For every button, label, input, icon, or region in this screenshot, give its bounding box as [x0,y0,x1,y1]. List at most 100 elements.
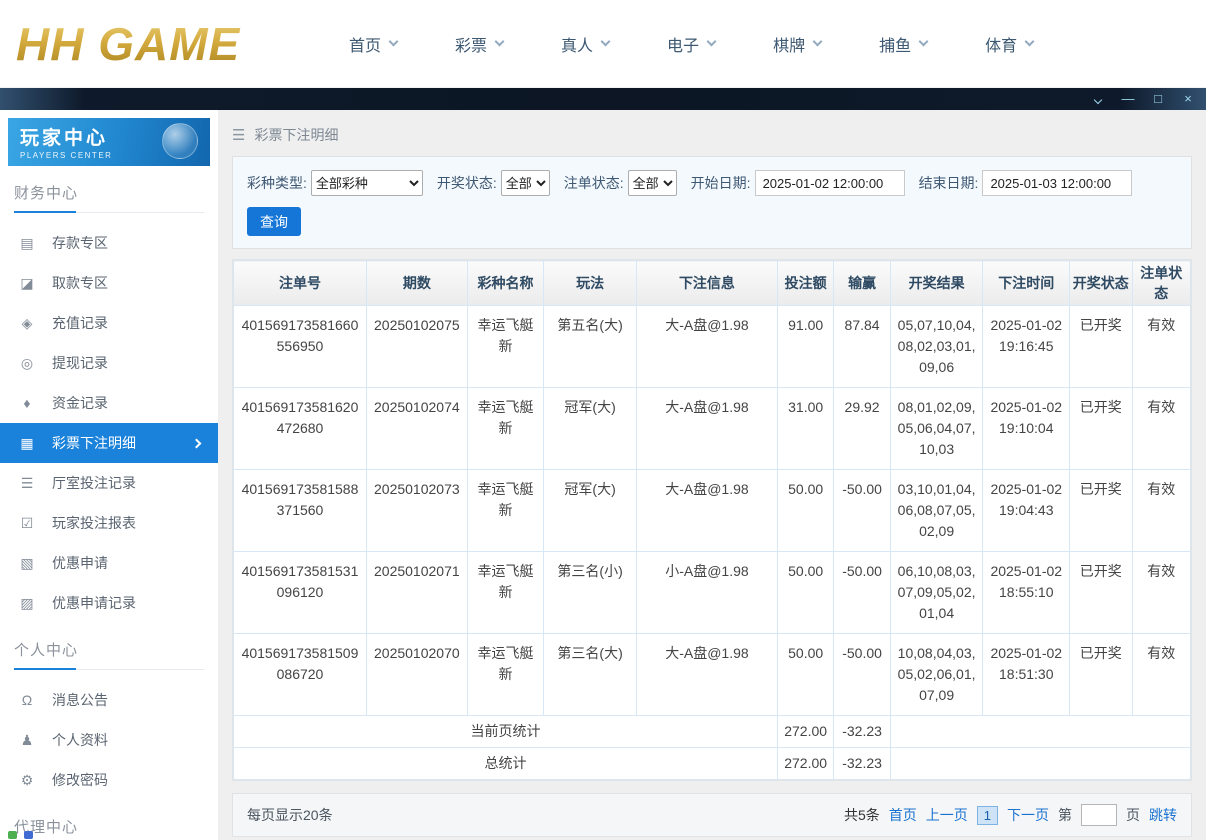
table-cell: 大-A盘@1.98 [635,305,778,388]
sidebar-item-label: 彩票下注明细 [52,435,136,451]
nav-item-7[interactable]: 体育 [985,32,1035,56]
table-cell: 31.00 [776,387,835,470]
player-bet-report-icon: ☑ [20,514,34,531]
jump-label-suffix: 页 [1126,807,1140,823]
sidebar-item-promo-apply-record[interactable]: ▨ 优惠申请记录 [0,583,218,623]
sidebar: 玩家中心 PLAYERS CENTER 财务中心 ▤ 存款专区 ◪ 取款专区 ◈ 充值记录 ◎… [0,110,218,840]
nav-item-5[interactable]: 棋牌 [773,32,823,56]
sidebar-header: 玩家中心 PLAYERS CENTER [8,118,210,166]
chevron-down-icon [812,36,823,47]
deposit-icon: ▤ [20,234,34,251]
table-cell: -50.00 [833,469,891,552]
prev-page-link[interactable]: 上一页 [926,805,968,825]
column-header: 彩种名称 [466,260,545,306]
summary-winloss-total: -32.23 [833,747,891,780]
table-cell: 20250102071 [365,551,468,634]
jump-button[interactable]: 跳转 [1149,805,1177,825]
table-cell: 08,01,02,09,05,06,04,07,10,03 [889,387,984,470]
nav-item-6[interactable]: 捕鱼 [879,32,929,56]
table-cell: 87.84 [833,305,891,388]
taskbar-icon-1[interactable] [8,831,17,839]
sidebar-section-title: 财务中心 [14,182,204,213]
table-cell: 10,08,04,03,05,02,06,01,07,09 [889,633,984,716]
table-row: 401569173581660556950 20250102075 幸运飞艇新 第五名… [233,305,1192,388]
sidebar-item-profile[interactable]: ♟ 个人资料 [0,720,218,760]
search-button[interactable]: 查询 [247,207,301,236]
bet-table-panel: 注单号 期数 彩种名称 玩法 下注信息 投注额 输赢 开奖结果 下注时间 开奖状态 注单状态 401… [232,259,1192,781]
sidebar-item-player-bet-report[interactable]: ☑ 玩家投注报表 [0,503,218,543]
sidebar-item-announcements[interactable]: Ω 消息公告 [0,680,218,720]
breadcrumb: ☰ 彩票下注明细 [232,120,1192,150]
sidebar-item-label: 优惠申请记录 [52,595,136,611]
jump-label-prefix: 第 [1058,807,1072,823]
table-cell: 冠军(大) [543,387,637,470]
start-date-input[interactable] [754,170,905,196]
end-date-input[interactable] [982,170,1133,196]
table-cell: 小-A盘@1.98 [635,551,778,634]
main-nav: 首页 彩票 真人 电子 棋牌 捕鱼 体育 [349,32,1035,56]
table-cell: 06,10,08,03,07,09,05,02,01,04 [889,551,984,634]
sidebar-item-label: 资金记录 [52,395,108,411]
sidebar-item-label: 消息公告 [52,692,108,708]
nav-item-label: 真人 [561,37,594,55]
table-cell: 幸运飞艇新 [466,551,545,634]
sidebar-section-title: 个人中心 [14,639,204,670]
page-size-text: 每页显示20条 [247,807,333,823]
chevron-down-icon [706,36,717,47]
lottery-type-label: 彩种类型: [247,175,307,191]
nav-item-label: 电子 [667,37,700,55]
table-cell: 03,10,01,04,06,08,07,05,02,09 [889,469,984,552]
lottery-type-select[interactable]: 全部彩种 [310,170,423,196]
current-page[interactable]: 1 [976,805,998,825]
table-cell: 2025-01-02 18:51:30 [982,633,1071,716]
draw-status-select[interactable]: 全部 [500,170,550,196]
table-cell: 大-A盘@1.98 [635,387,778,470]
withdraw-icon: ◪ [20,274,34,291]
table-cell: 有效 [1131,551,1192,634]
nav-item-label: 首页 [349,37,382,55]
sidebar-item-hall-bet-record[interactable]: ☰ 厅室投注记录 [0,463,218,503]
sidebar-item-deposit[interactable]: ▤ 存款专区 [0,223,218,263]
sidebar-item-withdraw[interactable]: ◪ 取款专区 [0,263,218,303]
minimize-button[interactable]: — [1118,90,1138,108]
nav-item-1[interactable]: 首页 [349,32,399,56]
sidebar-sections: 财务中心 ▤ 存款专区 ◪ 取款专区 ◈ 充值记录 ◎ 提现记录 ♦ 资金记录 ▦ 彩票下注明细 ☰ 厅室投… [0,182,218,840]
sidebar-item-recharge-record[interactable]: ◈ 充值记录 [0,303,218,343]
next-page-link[interactable]: 下一页 [1007,805,1049,825]
menu-icon: ☰ [232,127,246,144]
column-header: 开奖结果 [889,260,984,306]
sidebar-item-promo-apply[interactable]: ▧ 优惠申请 [0,543,218,583]
sidebar-item-label: 个人资料 [52,732,108,748]
breadcrumb-title: 彩票下注明细 [254,127,339,143]
column-header: 玩法 [543,260,637,306]
column-header: 输赢 [833,260,891,306]
table-cell: 冠军(大) [543,469,637,552]
first-page-link[interactable]: 首页 [889,805,917,825]
end-date-label: 结束日期: [918,175,979,191]
table-cell: 幸运飞艇新 [466,305,545,388]
sidebar-item-lottery-bet-detail[interactable]: ▦ 彩票下注明细 [0,423,218,463]
bet-table: 注单号 期数 彩种名称 玩法 下注信息 投注额 输赢 开奖结果 下注时间 开奖状态 注单状态 401… [233,260,1192,780]
window-menu-button[interactable] [1088,90,1108,108]
order-status-select[interactable]: 全部 [627,170,677,196]
table-cell: 29.92 [833,387,891,470]
sidebar-item-funds-record[interactable]: ♦ 资金记录 [0,383,218,423]
sidebar-item-change-password[interactable]: ⚙ 修改密码 [0,760,218,800]
table-cell: 401569173581531096120 [233,551,367,634]
summary-row: 当前页统计 272.00 -32.23 [233,715,1192,748]
taskbar-icon-2[interactable] [24,831,33,839]
nav-item-4[interactable]: 电子 [667,32,717,56]
table-cell: 20250102075 [365,305,468,388]
maximize-button[interactable]: □ [1148,90,1168,108]
table-cell: 401569173581588371560 [233,469,367,552]
nav-item-3[interactable]: 真人 [561,32,611,56]
page-jump-input[interactable] [1081,804,1117,826]
close-button[interactable]: × [1178,90,1198,108]
start-date-label: 开始日期: [690,175,751,191]
sidebar-item-label: 充值记录 [52,315,108,331]
table-row: 401569173581509086720 20250102070 幸运飞艇新 第三名… [233,633,1192,716]
sidebar-item-withdrawal-record[interactable]: ◎ 提现记录 [0,343,218,383]
nav-item-2[interactable]: 彩票 [455,32,505,56]
table-cell: 50.00 [776,469,835,552]
table-cell: 有效 [1131,305,1192,388]
